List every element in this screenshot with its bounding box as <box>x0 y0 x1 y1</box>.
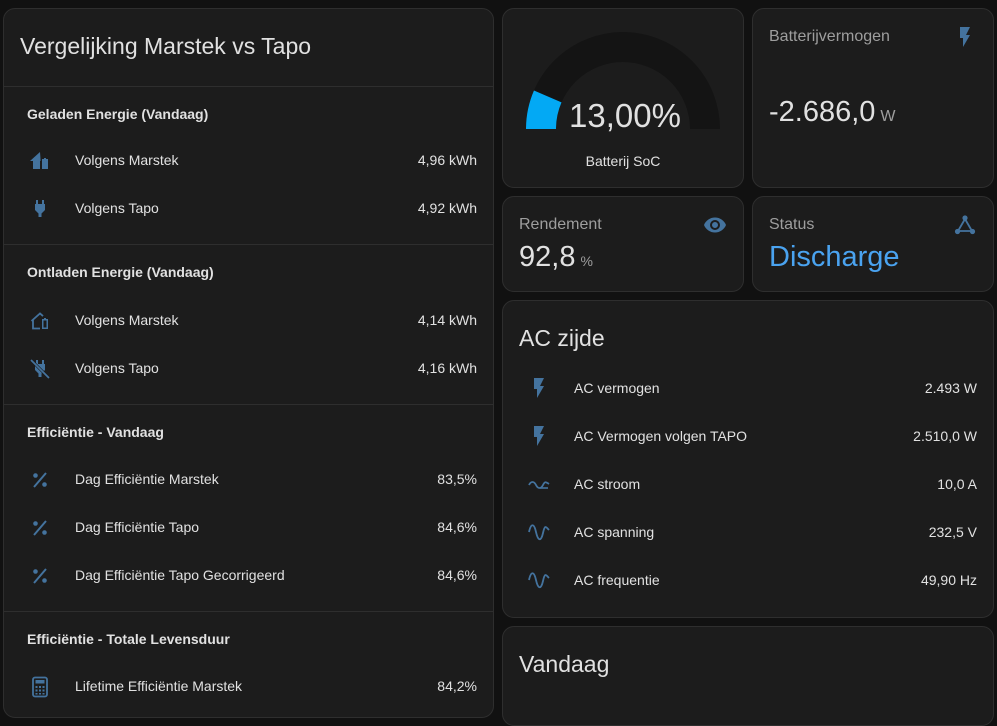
percent-icon <box>28 468 52 492</box>
row-value: 4,92 kWh <box>417 200 477 216</box>
row-label: AC Vermogen volgen TAPO <box>574 428 748 444</box>
value-unit: % <box>580 253 593 269</box>
power-plug-icon <box>28 197 52 221</box>
card-title: Vergelijking Marstek vs Tapo <box>20 33 312 59</box>
gauge-value: 13,00% <box>569 97 681 134</box>
power-plug-off-icon <box>28 357 52 381</box>
value-unit: W <box>880 108 896 125</box>
home-battery-icon <box>28 149 52 173</box>
section-title-efficiency-lifetime: Efficiëntie - Totale Levensduur <box>27 631 230 647</box>
today-card: Vandaag <box>502 626 994 726</box>
row-label: AC vermogen <box>574 380 660 396</box>
flash-icon <box>527 376 551 400</box>
flash-icon <box>527 424 551 448</box>
row-value: 4,14 kWh <box>417 312 477 328</box>
calculator-icon <box>28 675 52 699</box>
soc-gauge-card[interactable]: 13,00% Batterij SoC <box>502 8 744 188</box>
entity-name: Batterijvermogen <box>769 28 890 45</box>
flash-icon <box>953 25 977 49</box>
card-title: AC zijde <box>519 325 605 351</box>
section-title-charged: Geladen Energie (Vandaag) <box>27 106 209 122</box>
row-value: 4,16 kWh <box>417 360 477 376</box>
row-value: 84,2% <box>437 678 477 694</box>
row-label: Volgens Marstek <box>75 312 179 328</box>
row-value: 84,6% <box>437 567 477 583</box>
row-label: Volgens Tapo <box>75 360 159 376</box>
row-value: 83,5% <box>437 471 477 487</box>
comparison-card: Vergelijking Marstek vs Tapo Geladen Ene… <box>3 8 494 718</box>
row-label: AC stroom <box>574 476 641 492</box>
row-label: AC frequentie <box>574 572 660 588</box>
entity-name: Status <box>769 216 815 233</box>
gauge-fill <box>526 90 562 130</box>
eye-icon <box>703 213 727 237</box>
row-label: Dag Efficiëntie Marstek <box>75 471 219 487</box>
row-label: Dag Efficiëntie Tapo <box>75 519 200 535</box>
row-label: Volgens Tapo <box>75 200 159 216</box>
status-value: Discharge <box>769 241 900 273</box>
sine-wave-icon <box>527 520 551 544</box>
percent-icon <box>28 564 52 588</box>
battery-power-card[interactable]: Batterijvermogen -2.686,0 W <box>752 8 994 188</box>
divider <box>4 244 493 245</box>
divider <box>4 611 493 612</box>
status-card[interactable]: Status Discharge <box>752 196 994 292</box>
percent-icon <box>28 516 52 540</box>
row-value: 2.510,0 W <box>913 428 977 444</box>
ac-side-card: AC zijde AC vermogen 2.493 W AC Vermogen… <box>502 300 994 618</box>
entity-value: -2.686,0 W <box>769 96 896 129</box>
row-value: 4,96 kWh <box>417 152 477 168</box>
row-label: Lifetime Efficiëntie Marstek <box>75 678 243 694</box>
current-ac-icon <box>527 472 551 496</box>
section-title-efficiency-today: Efficiëntie - Vandaag <box>27 424 164 440</box>
sine-wave-icon <box>527 568 551 592</box>
divider <box>4 404 493 405</box>
divider <box>4 86 493 87</box>
row-label: AC spanning <box>574 524 655 540</box>
row-label: Dag Efficiëntie Tapo Gecorrigeerd <box>75 567 285 583</box>
entity-value: 92,8% <box>519 241 593 274</box>
row-value: 10,0 A <box>937 476 977 492</box>
row-value: 2.493 W <box>924 380 977 396</box>
row-value: 232,5 V <box>928 524 977 540</box>
row-value: 49,90 Hz <box>920 572 977 588</box>
home-battery-outline-icon <box>28 309 52 333</box>
gauge-name: Batterij SoC <box>585 153 661 169</box>
row-label: Volgens Marstek <box>75 152 179 168</box>
section-title-discharged: Ontladen Energie (Vandaag) <box>27 264 214 280</box>
entity-name: Rendement <box>519 216 602 233</box>
value-number: -2.686,0 <box>769 96 876 128</box>
row-value: 84,6% <box>437 519 477 535</box>
triangle-network-icon <box>953 213 977 237</box>
efficiency-card[interactable]: Rendement 92,8% <box>502 196 744 292</box>
card-title: Vandaag <box>519 651 610 677</box>
value-number: 92,8 <box>519 241 576 273</box>
